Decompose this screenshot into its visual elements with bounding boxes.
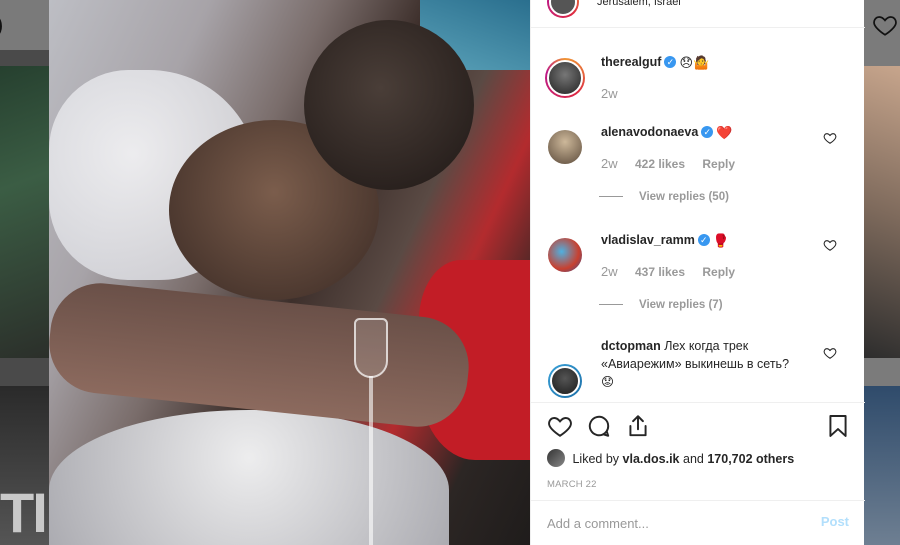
comment-likes[interactable]: 422 likes bbox=[635, 157, 685, 171]
comment-likes[interactable]: 437 likes bbox=[635, 265, 685, 279]
heart-icon[interactable] bbox=[872, 12, 898, 38]
comment-body-line1: Лех когда трек bbox=[664, 339, 749, 353]
reply-button[interactable]: Reply bbox=[702, 265, 735, 279]
view-replies-label: View replies (50) bbox=[639, 191, 729, 203]
photo-region bbox=[369, 376, 373, 545]
view-replies-button[interactable]: View replies (7) bbox=[599, 299, 723, 311]
liked-by-avatar bbox=[547, 449, 565, 467]
avatar[interactable] bbox=[548, 364, 582, 398]
photo-region bbox=[49, 410, 449, 545]
verified-badge-icon: ✓ bbox=[664, 56, 677, 68]
caption-emojis: 😞🤷 bbox=[679, 55, 710, 70]
background-header: ) bbox=[0, 0, 49, 50]
post-modal: Jerusalem, Israel therealguf ✓ 😞🤷 2w alena… bbox=[49, 0, 865, 545]
post-photo[interactable] bbox=[49, 0, 530, 545]
background-header-glyph: ) bbox=[0, 12, 3, 38]
comment-body-line2: «Авиарежим» выкинешь в сеть? bbox=[601, 357, 790, 371]
background-thumbnail[interactable] bbox=[864, 66, 900, 358]
post-location[interactable]: Jerusalem, Israel bbox=[597, 0, 681, 8]
verified-badge-icon: ✓ bbox=[701, 126, 714, 138]
background-thumbnail[interactable] bbox=[0, 66, 49, 358]
caption-time[interactable]: 2w bbox=[601, 86, 618, 101]
share-icon[interactable] bbox=[625, 413, 651, 439]
comment-username-row: vladislav_ramm ✓ 🥊 bbox=[601, 233, 729, 249]
comment-text: dctopman Лех когда трек «Авиарежим» выки… bbox=[601, 337, 821, 391]
comment-username[interactable]: alenavodonaeva bbox=[601, 125, 698, 139]
avatar[interactable] bbox=[545, 58, 585, 98]
background-thumbnail-graphic: TI bbox=[0, 481, 48, 544]
avatar[interactable] bbox=[548, 130, 582, 164]
view-replies-label: View replies (7) bbox=[639, 299, 723, 311]
comments-list[interactable]: therealguf ✓ 😞🤷 2w alenavodonaeva ✓ ❤️ 2w 42… bbox=[531, 29, 865, 402]
add-comment-input[interactable] bbox=[547, 514, 787, 532]
heart-icon[interactable] bbox=[547, 413, 573, 439]
comment-username[interactable]: vladislav_ramm bbox=[601, 233, 695, 247]
background-thumbnail[interactable] bbox=[864, 386, 900, 545]
liked-by-middle: and bbox=[683, 452, 704, 466]
comment-body-line3: 😟 bbox=[601, 375, 615, 389]
comment-time[interactable]: 2w bbox=[601, 156, 618, 171]
liked-by-user[interactable]: vla.dos.ik bbox=[623, 452, 680, 466]
liked-by-row: Liked by vla.dos.ik and 170,702 others bbox=[547, 449, 794, 467]
liked-by-count[interactable]: 170,702 others bbox=[707, 452, 794, 466]
post-comment-button[interactable]: Post bbox=[821, 514, 849, 529]
liked-by-prefix: Liked by bbox=[572, 452, 620, 466]
comment-like-heart-icon[interactable] bbox=[823, 131, 837, 145]
avatar[interactable] bbox=[548, 238, 582, 272]
comment-like-heart-icon[interactable] bbox=[823, 238, 837, 252]
divider-line bbox=[599, 196, 623, 198]
bookmark-icon[interactable] bbox=[825, 413, 851, 439]
reply-button[interactable]: Reply bbox=[702, 157, 735, 171]
view-replies-button[interactable]: View replies (50) bbox=[599, 191, 729, 203]
comment-like-heart-icon[interactable] bbox=[823, 346, 837, 360]
post-date[interactable]: MARCH 22 bbox=[547, 479, 597, 490]
add-comment-bar: Post bbox=[531, 500, 865, 545]
action-bar bbox=[531, 402, 865, 446]
caption-username-row: therealguf ✓ 😞🤷 bbox=[601, 55, 709, 71]
divider-line bbox=[599, 304, 623, 306]
photo-region bbox=[49, 278, 474, 432]
comment-meta: 2w 437 likes Reply bbox=[601, 264, 749, 279]
caption-username[interactable]: therealguf bbox=[601, 55, 661, 69]
photo-region bbox=[354, 318, 388, 378]
post-side-panel: Jerusalem, Israel therealguf ✓ 😞🤷 2w alena… bbox=[530, 0, 865, 545]
comment-meta: 2w 422 likes Reply bbox=[601, 156, 749, 171]
background-left-column: ) TI bbox=[0, 0, 49, 545]
header-avatar[interactable] bbox=[547, 0, 579, 18]
comment-username-row: alenavodonaeva ✓ ❤️ bbox=[601, 125, 732, 141]
post-header: Jerusalem, Israel bbox=[531, 0, 865, 28]
comment-emoji: ❤️ bbox=[716, 125, 733, 140]
verified-badge-icon: ✓ bbox=[697, 234, 710, 246]
comment-time[interactable]: 2w bbox=[601, 264, 618, 279]
photo-region bbox=[304, 20, 474, 190]
background-right-column bbox=[864, 0, 900, 545]
comment-icon[interactable] bbox=[586, 413, 612, 439]
comment-username[interactable]: dctopman bbox=[601, 339, 661, 353]
comment-emoji: 🥊 bbox=[712, 233, 729, 248]
